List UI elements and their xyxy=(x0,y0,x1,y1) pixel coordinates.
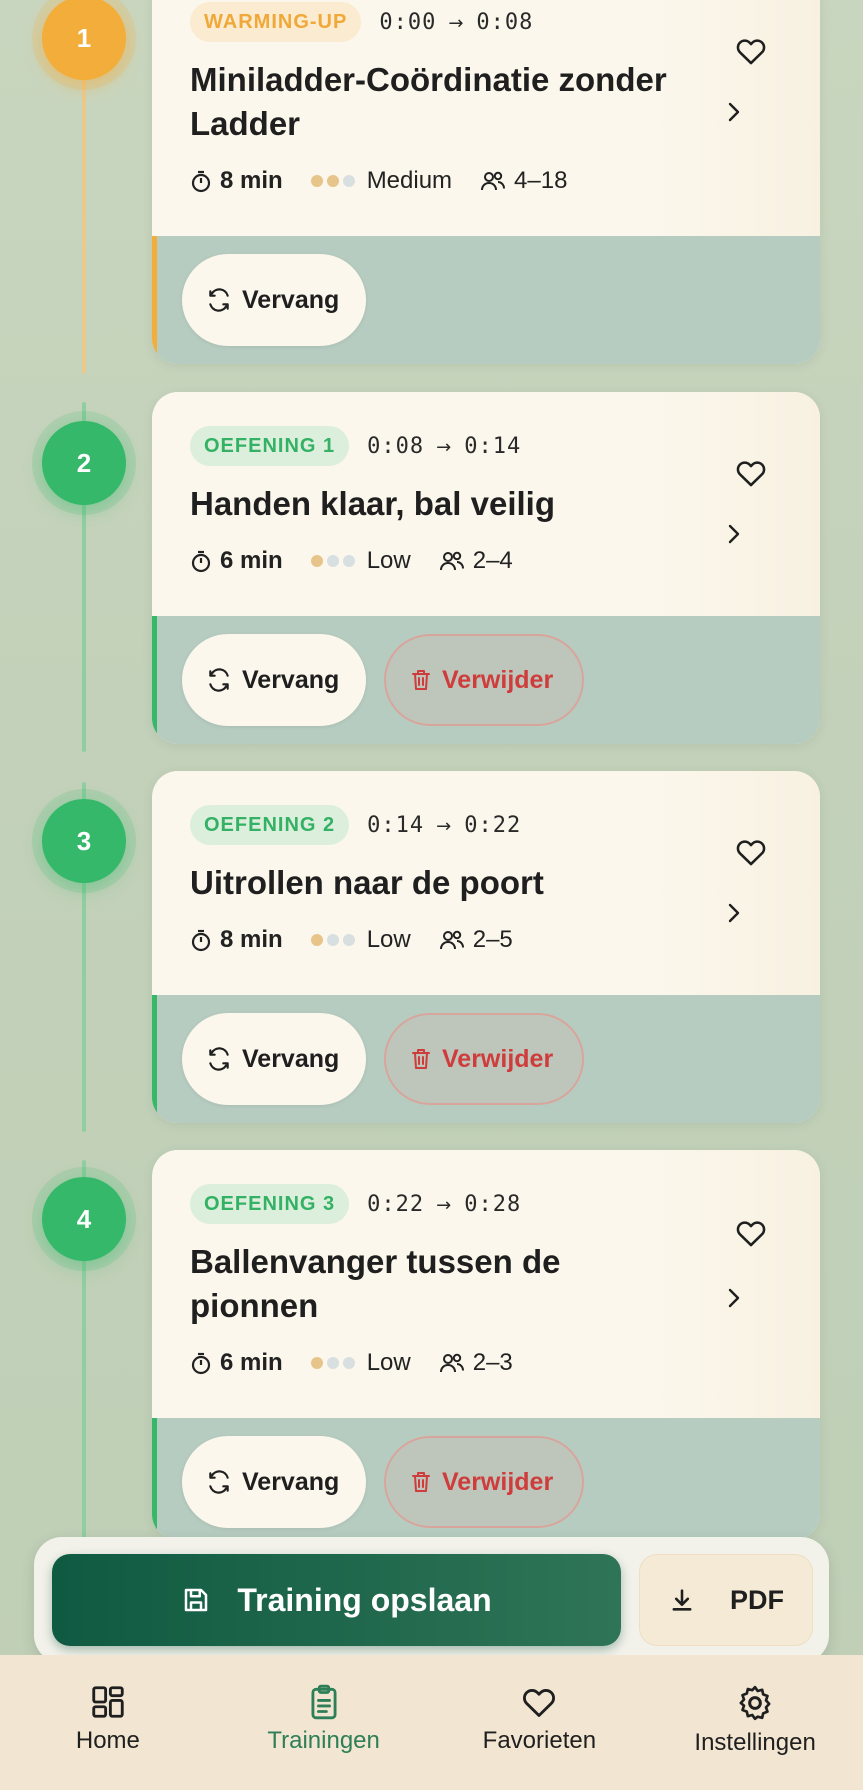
nav-item-home[interactable]: Home xyxy=(0,1655,216,1790)
time-range: 0:08 → 0:14 xyxy=(367,433,522,459)
intensity-label: Low xyxy=(366,1349,411,1376)
intensity-label: Low xyxy=(366,547,411,574)
nav-label: Trainingen xyxy=(267,1727,380,1754)
intensity-dots xyxy=(310,934,355,946)
phase-tag: OEFENING 1 xyxy=(190,426,350,466)
delete-button[interactable]: Verwijder xyxy=(384,634,584,726)
favorite-heart-icon[interactable] xyxy=(734,34,768,68)
delete-button[interactable]: Verwijder xyxy=(384,1436,584,1528)
nav-item-trainingen[interactable]: Trainingen xyxy=(216,1655,432,1790)
exercise-meta: 6 min Low 2–3 xyxy=(190,1346,820,1380)
intensity-dots xyxy=(310,175,355,187)
timer-icon xyxy=(191,1352,211,1375)
save-icon xyxy=(185,1588,208,1612)
nav-item-instellingen[interactable]: Instellingen xyxy=(647,1655,863,1790)
exercise-title: Uitrollen naar de poort xyxy=(190,864,544,901)
trash-icon xyxy=(412,670,430,690)
refresh-icon xyxy=(209,668,229,692)
phase-tag: OEFENING 2 xyxy=(190,805,350,845)
action-bar: Training opslaan PDF xyxy=(34,1537,829,1663)
exercise-meta: 6 min Low 2–4 xyxy=(190,544,820,578)
phase-tag: WARMING-UP xyxy=(190,2,362,42)
time-range: 0:22 → 0:28 xyxy=(367,1191,522,1217)
delete-button[interactable]: Verwijder xyxy=(384,1013,584,1105)
replace-button[interactable]: Vervang xyxy=(182,1436,366,1528)
exercise-card[interactable]: WARMING-UP 0:00 → 0:08 Miniladder-Coördina… xyxy=(152,0,820,364)
players-icon xyxy=(481,171,506,191)
nav-label: Instellingen xyxy=(694,1729,816,1756)
nav-label: Home xyxy=(75,1727,140,1754)
phase-tag: OEFENING 3 xyxy=(190,1184,350,1224)
heart-icon xyxy=(523,1689,556,1717)
time-range: 0:00 → 0:08 xyxy=(379,9,534,35)
timeline-rail xyxy=(82,78,86,374)
pdf-download-button[interactable]: PDF xyxy=(639,1554,813,1646)
save-training-button[interactable]: Training opslaan xyxy=(52,1554,621,1646)
favorite-heart-icon[interactable] xyxy=(734,835,768,869)
step-badge: 3 xyxy=(42,799,126,883)
trash-icon xyxy=(412,1472,430,1492)
exercise-meta: 8 min Medium 4–18 xyxy=(190,164,820,198)
exercise-card[interactable]: OEFENING 1 0:08 → 0:14 Handen klaar, bal v… xyxy=(152,392,820,744)
download-icon xyxy=(672,1589,692,1611)
intensity-label: Medium xyxy=(366,167,453,194)
timer-icon xyxy=(191,170,211,193)
intensity-dots xyxy=(310,555,355,567)
nav-item-favorieten[interactable]: Favorieten xyxy=(432,1655,648,1790)
exercise-title: Handen klaar, bal veilig xyxy=(190,485,555,522)
timer-icon xyxy=(191,550,211,573)
timer-icon xyxy=(191,929,211,952)
favorite-heart-icon[interactable] xyxy=(734,1216,768,1250)
refresh-icon xyxy=(209,1470,229,1494)
nav-label: Favorieten xyxy=(482,1727,597,1754)
step-badge: 4 xyxy=(42,1177,126,1261)
exercise-title: Miniladder-Coördinatie zonder Ladder xyxy=(190,61,667,142)
trash-icon xyxy=(412,1049,430,1069)
refresh-icon xyxy=(209,1047,229,1071)
replace-button[interactable]: Vervang xyxy=(182,1013,366,1105)
chevron-right-icon[interactable] xyxy=(724,901,744,925)
exercise-card[interactable]: OEFENING 3 0:22 → 0:28 Ballenvanger tussen… xyxy=(152,1150,820,1540)
gear-icon xyxy=(739,1685,771,1721)
chevron-right-icon[interactable] xyxy=(724,522,744,546)
refresh-icon xyxy=(209,288,229,312)
intensity-label: Low xyxy=(366,926,411,953)
bottom-navigation: Home Trainingen Favorieten Instellingen xyxy=(0,1655,863,1790)
intensity-dots xyxy=(310,1357,355,1369)
players-icon xyxy=(439,930,464,950)
favorite-heart-icon[interactable] xyxy=(734,456,768,490)
chevron-right-icon[interactable] xyxy=(724,100,744,124)
grid-icon xyxy=(92,1686,124,1718)
exercise-card[interactable]: OEFENING 2 0:14 → 0:22 Uitrollen naar de p… xyxy=(152,771,820,1123)
players-icon xyxy=(439,551,464,571)
exercise-title: Ballenvanger tussen de pionnen xyxy=(190,1243,561,1324)
step-badge: 2 xyxy=(42,421,126,505)
replace-button[interactable]: Vervang xyxy=(182,634,366,726)
replace-button[interactable]: Vervang xyxy=(182,254,366,346)
step-badge: 1 xyxy=(42,0,126,80)
time-range: 0:14 → 0:22 xyxy=(367,812,522,838)
chevron-right-icon[interactable] xyxy=(724,1286,744,1310)
players-icon xyxy=(439,1353,464,1373)
clipboard-icon xyxy=(311,1684,337,1720)
exercise-meta: 8 min Low 2–5 xyxy=(190,923,820,957)
